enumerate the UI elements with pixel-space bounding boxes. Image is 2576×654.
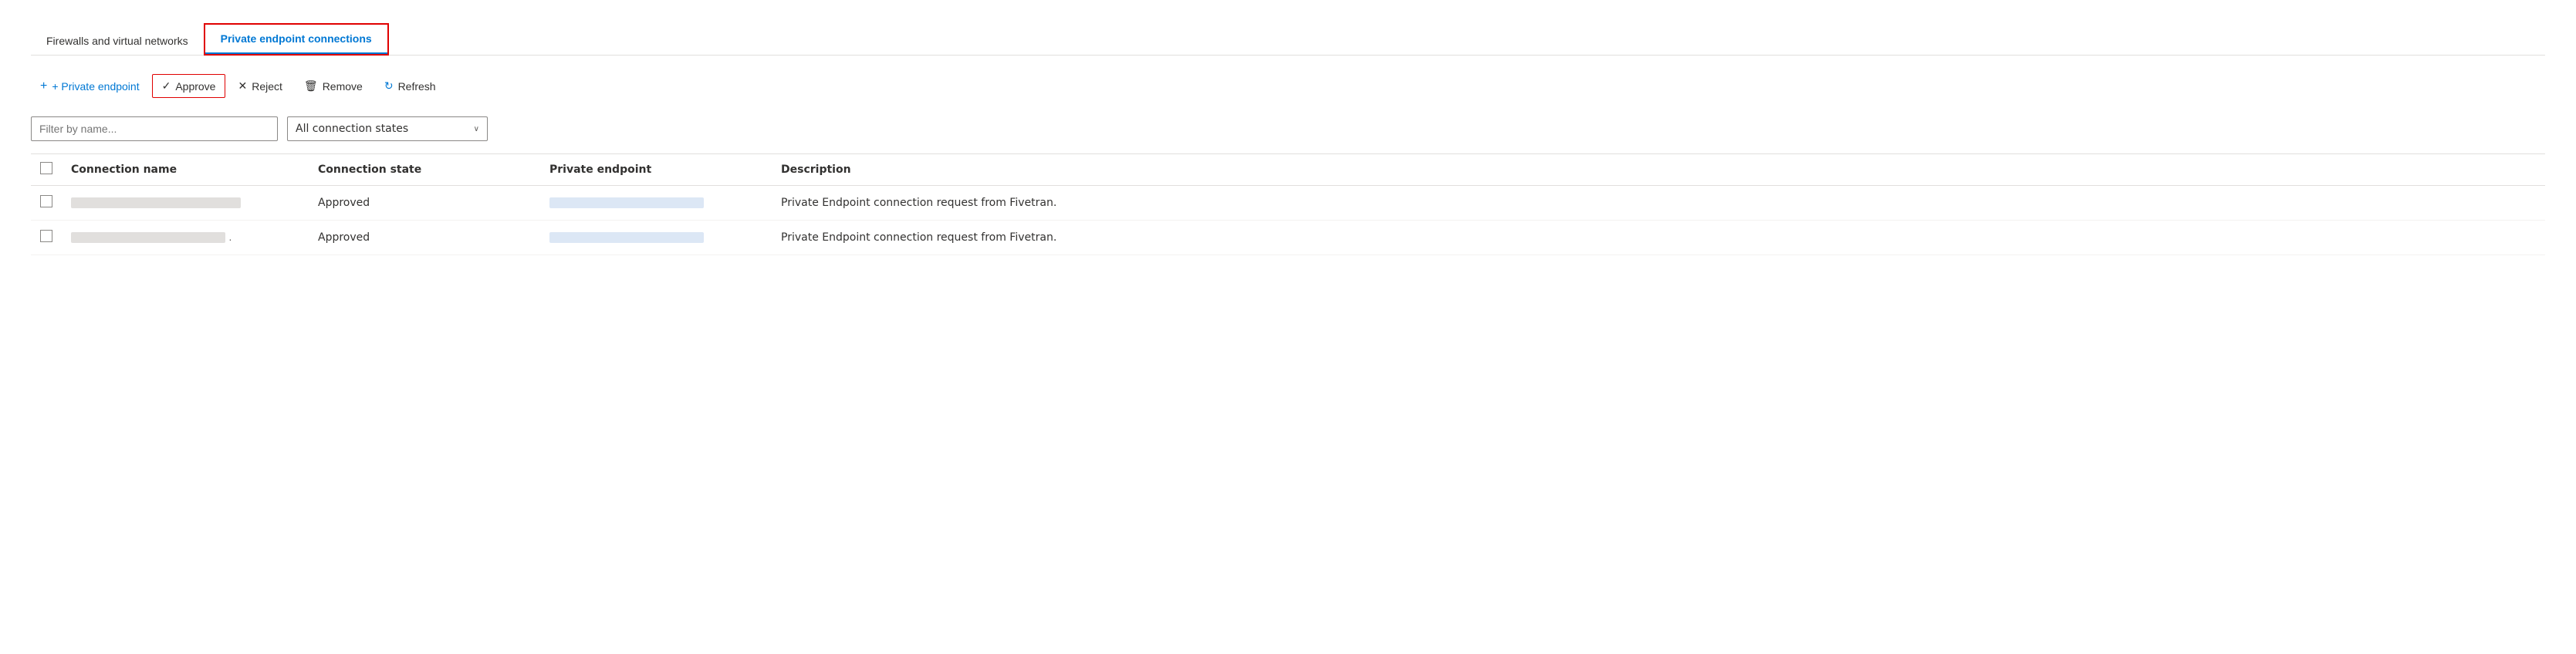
reject-label: Reject: [252, 80, 282, 93]
connections-table: Connection name Connection state Private…: [31, 153, 2545, 255]
chevron-down-icon: ∨: [474, 125, 479, 133]
row-2-endpoint-redacted: [549, 232, 704, 243]
row-2-private-endpoint: [540, 221, 772, 255]
select-all-checkbox-cell: [31, 154, 62, 186]
connection-state-dropdown[interactable]: All connection states ∨: [287, 116, 488, 141]
header-connection-state: Connection state: [309, 154, 540, 186]
refresh-label: Refresh: [398, 80, 436, 93]
row-2-name-dot: .: [228, 232, 232, 243]
reject-button[interactable]: ✕ Reject: [228, 75, 291, 97]
table-header-row: Connection name Connection state Private…: [31, 154, 2545, 186]
filter-by-name-input[interactable]: [31, 116, 278, 141]
row-2-connection-state: Approved: [309, 221, 540, 255]
approve-button[interactable]: ✓ Approve: [152, 74, 226, 98]
refresh-button[interactable]: ↻ Refresh: [375, 75, 445, 97]
add-label: + Private endpoint: [52, 80, 139, 93]
tab-firewalls[interactable]: Firewalls and virtual networks: [31, 27, 204, 55]
row-2-checkbox-cell: [31, 221, 62, 255]
row-2-description: Private Endpoint connection request from…: [772, 221, 2545, 255]
checkmark-icon: ✓: [162, 79, 171, 93]
row-1-private-endpoint: [540, 186, 772, 221]
row-1-name-redacted: [71, 197, 241, 208]
table-row: . Approved Private Endpoint connection r…: [31, 221, 2545, 255]
toolbar: + + Private endpoint ✓ Approve ✕ Reject …: [31, 74, 2545, 98]
header-connection-name: Connection name: [62, 154, 309, 186]
remove-button[interactable]: 🗑 Remove: [295, 75, 372, 97]
tab-private-endpoint[interactable]: Private endpoint connections: [205, 25, 387, 54]
header-description: Description: [772, 154, 2545, 186]
table-row: Approved Private Endpoint connection req…: [31, 186, 2545, 221]
dropdown-selected-value: All connection states: [296, 123, 408, 135]
row-2-connection-name: .: [62, 221, 309, 255]
header-private-endpoint: Private endpoint: [540, 154, 772, 186]
approve-label: Approve: [175, 80, 215, 93]
row-2-name-redacted: [71, 232, 225, 243]
trash-icon: 🗑: [304, 79, 318, 93]
select-all-checkbox[interactable]: [40, 162, 52, 174]
row-1-endpoint-redacted: [549, 197, 704, 208]
row-1-checkbox-cell: [31, 186, 62, 221]
row-2-checkbox[interactable]: [40, 230, 52, 242]
add-private-endpoint-button[interactable]: + + Private endpoint: [31, 75, 149, 98]
row-1-connection-name: [62, 186, 309, 221]
x-icon: ✕: [238, 79, 247, 93]
plus-icon: +: [40, 79, 47, 93]
refresh-icon: ↻: [384, 79, 394, 93]
row-1-description: Private Endpoint connection request from…: [772, 186, 2545, 221]
filter-bar: All connection states ∨: [31, 116, 2545, 141]
tab-bar: Firewalls and virtual networks Private e…: [31, 23, 2545, 56]
row-1-checkbox[interactable]: [40, 195, 52, 207]
row-1-connection-state: Approved: [309, 186, 540, 221]
remove-label: Remove: [323, 80, 363, 93]
